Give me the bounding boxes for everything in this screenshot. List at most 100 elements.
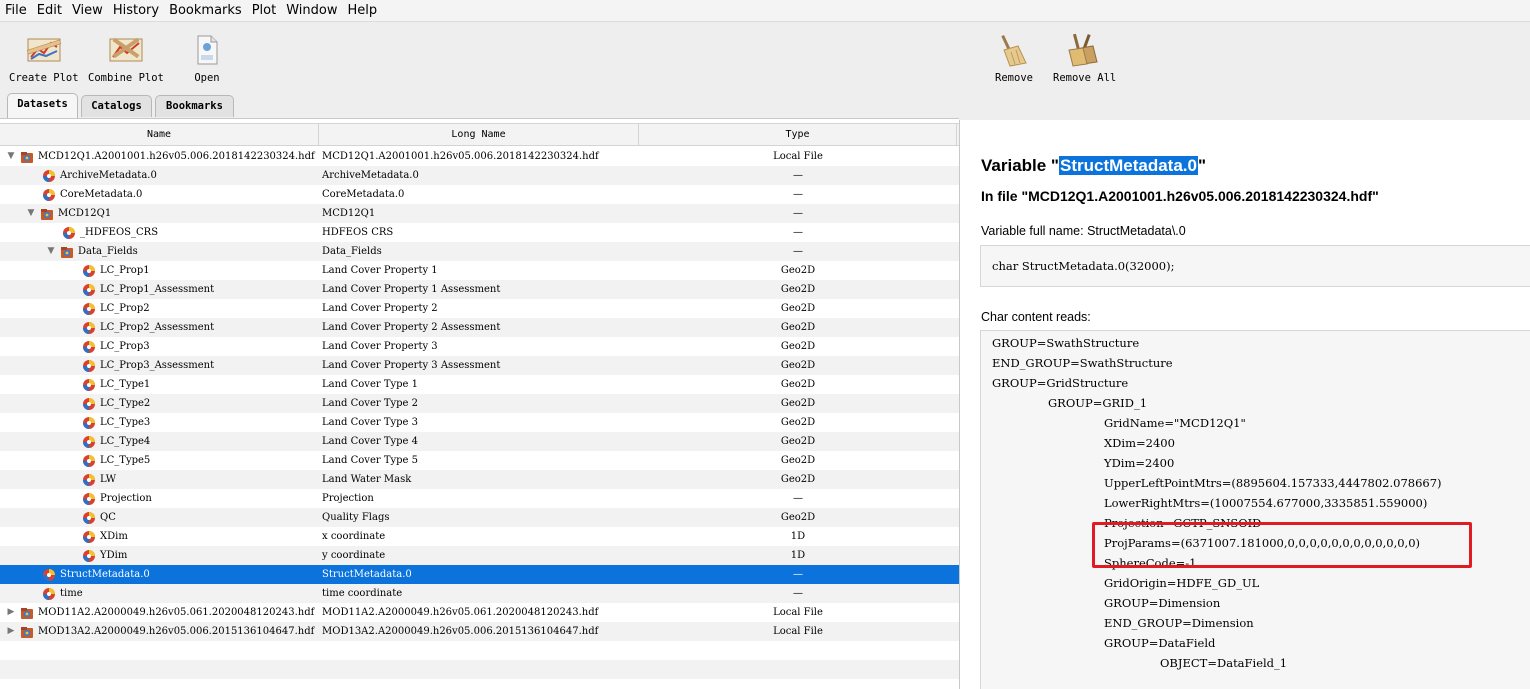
- row-type: Local File: [773, 607, 823, 618]
- tree-row[interactable]: ▼ MCD12Q1.A2001001.h26v05.006.20181422303…: [0, 147, 959, 166]
- tree-row[interactable]: LC_Prop1_Assessment Land Cover Property 1…: [0, 280, 959, 299]
- tab-bookmarks[interactable]: Bookmarks: [155, 95, 234, 117]
- tree-row[interactable]: CoreMetadata.0 CoreMetadata.0 —: [0, 185, 959, 204]
- variable-icon: [82, 340, 100, 354]
- row-name-label: LC_Prop1: [100, 265, 150, 276]
- hdf-file-icon: [20, 606, 38, 620]
- remove-all-button[interactable]: Remove All: [1053, 32, 1116, 84]
- tree-row[interactable]: LC_Prop2_Assessment Land Cover Property 2…: [0, 318, 959, 337]
- column-header-type[interactable]: Type: [639, 124, 957, 146]
- tree-row[interactable]: LC_Type1 Land Cover Type 1 Geo2D: [0, 375, 959, 394]
- menu-help[interactable]: Help: [342, 0, 382, 22]
- row-long-name: HDFEOS CRS: [322, 227, 394, 238]
- open-button[interactable]: Open: [187, 32, 227, 84]
- tree-row[interactable]: LC_Prop1 Land Cover Property 1 Geo2D: [0, 261, 959, 280]
- row-name-label: _HDFEOS_CRS: [80, 227, 159, 238]
- tree-row[interactable]: LC_Type3 Land Cover Type 3 Geo2D: [0, 413, 959, 432]
- tree-row[interactable]: StructMetadata.0 StructMetadata.0 —: [0, 565, 959, 584]
- variable-icon: [82, 397, 100, 411]
- row-long-name: Projection: [322, 493, 374, 504]
- variable-name-highlight: StructMetadata.0: [1059, 156, 1198, 175]
- create-plot-button[interactable]: Create Plot: [9, 32, 79, 84]
- tree-row[interactable]: LC_Type4 Land Cover Type 4 Geo2D: [0, 432, 959, 451]
- tree-row-name: LC_Prop3_Assessment: [68, 356, 214, 375]
- tree-row[interactable]: YDim y coordinate 1D: [0, 546, 959, 565]
- tree-row[interactable]: Projection Projection —: [0, 489, 959, 508]
- row-name-label: Data_Fields: [78, 246, 138, 257]
- tree-row-name: Projection: [68, 489, 152, 508]
- tree-header: Name Long Name Type: [0, 123, 959, 146]
- variable-icon: [82, 302, 100, 316]
- row-type: —: [793, 208, 803, 219]
- row-long-name: Land Cover Type 4: [322, 436, 419, 447]
- menu-bookmarks[interactable]: Bookmarks: [164, 0, 247, 22]
- expanded-arrow-icon[interactable]: ▼: [26, 204, 36, 223]
- variable-icon: [42, 188, 60, 202]
- row-type: Geo2D: [780, 265, 816, 276]
- tree-row[interactable]: LC_Type5 Land Cover Type 5 Geo2D: [0, 451, 959, 470]
- tree-row[interactable]: ▼ Data_Fields Data_Fields —: [0, 242, 959, 261]
- variable-icon: [82, 378, 100, 392]
- row-name-label: LC_Type2: [100, 398, 151, 409]
- column-header-name[interactable]: Name: [0, 124, 319, 146]
- row-name-label: LC_Type5: [100, 455, 151, 466]
- row-type: —: [793, 227, 803, 238]
- expanded-arrow-icon[interactable]: ▼: [6, 147, 16, 166]
- open-file-icon: [187, 32, 227, 68]
- row-long-name: CoreMetadata.0: [322, 189, 405, 200]
- variable-icon: [82, 473, 100, 487]
- tree-row[interactable]: LC_Type2 Land Cover Type 2 Geo2D: [0, 394, 959, 413]
- tree-row-name: LC_Type2: [68, 394, 150, 413]
- combine-plot-button[interactable]: Combine Plot: [88, 32, 164, 84]
- row-long-name: Land Cover Property 2: [322, 303, 438, 314]
- tree-row[interactable]: _HDFEOS_CRS HDFEOS CRS —: [0, 223, 959, 242]
- tree-row[interactable]: ▼ MCD12Q1 MCD12Q1 —: [0, 204, 959, 223]
- collapsed-arrow-icon[interactable]: ▶: [6, 603, 16, 622]
- tree-row[interactable]: LW Land Water Mask Geo2D: [0, 470, 959, 489]
- tree-row[interactable]: ▶ MOD11A2.A2000049.h26v05.061.20200481202…: [0, 603, 959, 622]
- tree-row[interactable]: XDim x coordinate 1D: [0, 527, 959, 546]
- row-long-name: ArchiveMetadata.0: [322, 170, 419, 181]
- tree-row-name: LC_Type4: [68, 432, 150, 451]
- tree-row[interactable]: LC_Prop2 Land Cover Property 2 Geo2D: [0, 299, 959, 318]
- variable-icon: [82, 530, 100, 544]
- remove-button[interactable]: Remove: [994, 32, 1034, 84]
- menu-view[interactable]: View: [67, 0, 108, 22]
- menu-bar: File Edit View History Bookmarks Plot Wi…: [0, 0, 1530, 22]
- tree-row-name: ▼ MCD12Q1: [26, 204, 111, 223]
- tab-datasets[interactable]: Datasets: [7, 93, 78, 118]
- column-header-long-name[interactable]: Long Name: [319, 124, 639, 146]
- row-type: Geo2D: [780, 284, 816, 295]
- tree-row-name: LW: [68, 470, 116, 489]
- variable-icon: [42, 568, 60, 582]
- tree-row[interactable]: ArchiveMetadata.0 ArchiveMetadata.0 —: [0, 166, 959, 185]
- dataset-tree: Name Long Name Type ▼ MCD12Q1.A2001001.h2…: [0, 118, 959, 689]
- variable-icon: [42, 587, 60, 601]
- variable-icon: [82, 454, 100, 468]
- tree-row[interactable]: LC_Prop3_Assessment Land Cover Property 3…: [0, 356, 959, 375]
- tab-catalogs[interactable]: Catalogs: [81, 95, 152, 117]
- tree-row[interactable]: QC Quality Flags Geo2D: [0, 508, 959, 527]
- menu-edit[interactable]: Edit: [32, 0, 67, 22]
- menu-window[interactable]: Window: [281, 0, 342, 22]
- tree-row-name: ArchiveMetadata.0: [28, 166, 157, 185]
- tree-row[interactable]: LC_Prop3 Land Cover Property 3 Geo2D: [0, 337, 959, 356]
- row-name-label: LC_Prop3_Assessment: [100, 360, 215, 371]
- collapsed-arrow-icon[interactable]: ▶: [6, 622, 16, 641]
- menu-file[interactable]: File: [0, 0, 32, 22]
- tree-row-name: LC_Type1: [68, 375, 150, 394]
- tree-row-name: ▶ MOD13A2.A2000049.h26v05.006.20151361046…: [6, 622, 314, 641]
- tree-row[interactable]: time time coordinate —: [0, 584, 959, 603]
- expanded-arrow-icon[interactable]: ▼: [46, 242, 56, 261]
- menu-plot[interactable]: Plot: [247, 0, 282, 22]
- menu-history[interactable]: History: [108, 0, 164, 22]
- row-name-label: MCD12Q1.A2001001.h26v05.006.201814223032…: [38, 151, 315, 162]
- tree-row[interactable]: ▶ MOD13A2.A2000049.h26v05.006.20151361046…: [0, 622, 959, 641]
- variable-icon: [82, 359, 100, 373]
- group-folder-icon: [40, 207, 58, 221]
- row-long-name: MOD13A2.A2000049.h26v05.006.201513610464…: [322, 626, 599, 637]
- tree-row-name: _HDFEOS_CRS: [48, 223, 158, 242]
- variable-icon: [82, 321, 100, 335]
- tree-row-name: XDim: [68, 527, 128, 546]
- toolbar: Create Plot Combine Plot Open Remove Rem…: [0, 22, 1530, 90]
